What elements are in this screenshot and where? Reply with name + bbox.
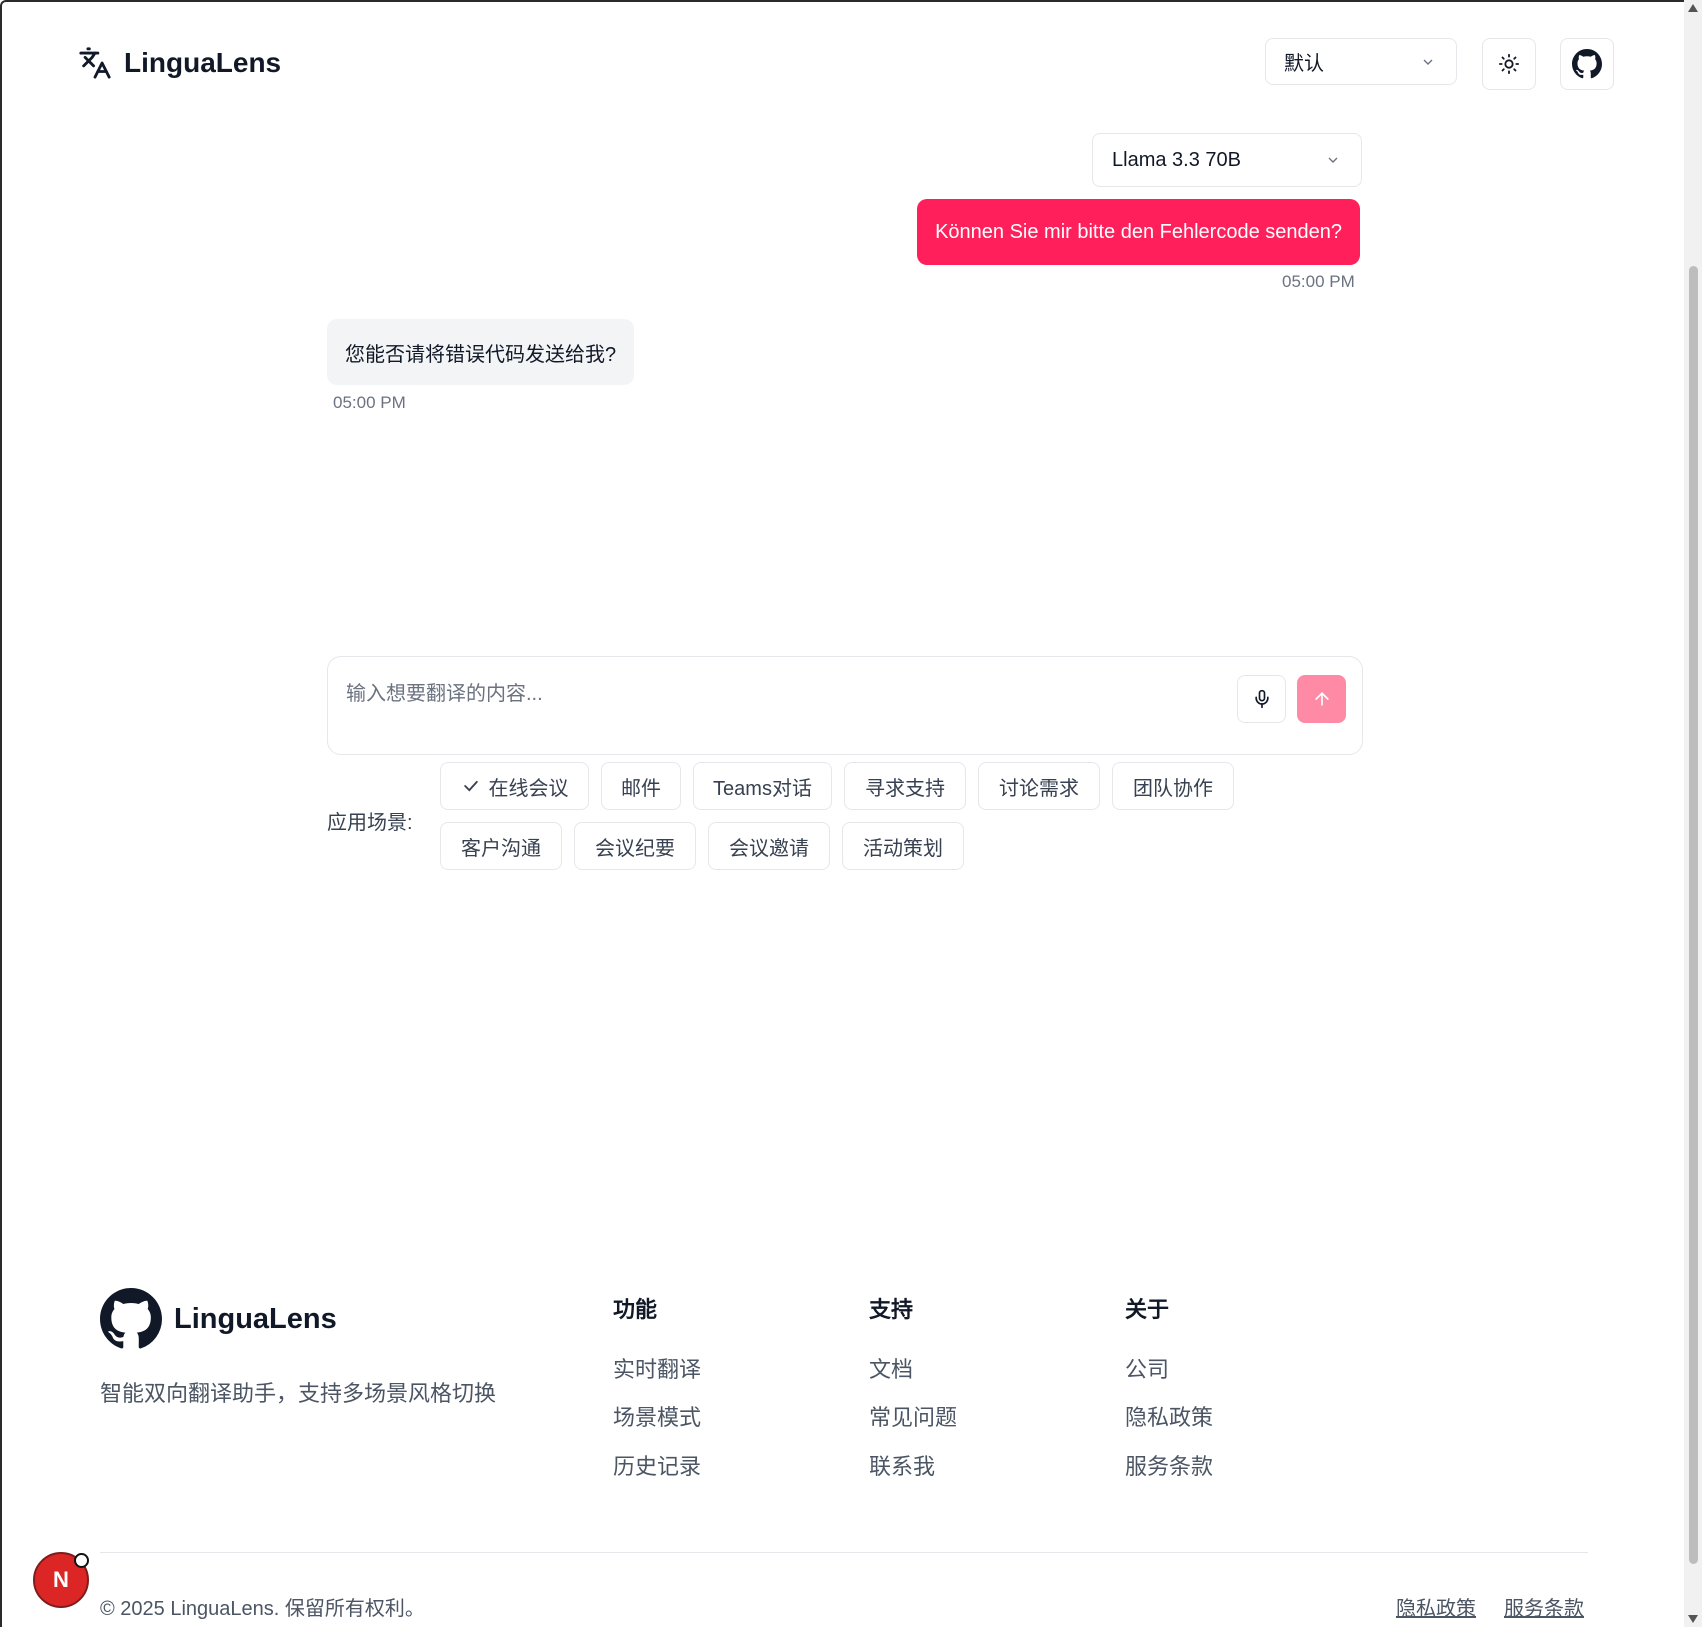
style-select[interactable]: 默认: [1265, 38, 1457, 85]
footer-link[interactable]: 历史记录: [613, 1449, 701, 1481]
footer-link[interactable]: 文档: [869, 1352, 913, 1384]
scenario-chip-minutes[interactable]: 会议纪要: [574, 822, 696, 870]
scenario-chip-label: Teams对话: [713, 777, 812, 800]
model-select-value: Llama 3.3 70B: [1112, 148, 1241, 171]
github-button[interactable]: [1560, 38, 1614, 90]
footer-column-title: 功能: [613, 1297, 658, 1322]
scenario-chip-invitation[interactable]: 会议邀请: [708, 822, 830, 870]
footer-link[interactable]: 服务条款: [1125, 1449, 1213, 1481]
scenario-chip-teamwork[interactable]: 团队协作: [1112, 762, 1234, 810]
app-window: LinguaLens 默认 Llama 3.3 70B Können Sie m…: [0, 0, 1702, 1627]
app-name: LinguaLens: [124, 47, 282, 78]
scroll-down-arrow-icon[interactable]: [1688, 1615, 1698, 1623]
footer-link[interactable]: 常见问题: [869, 1400, 957, 1432]
assistant-message-text: 您能否请将错误代码发送给我?: [345, 343, 617, 366]
scenario-chip-label: 邮件: [621, 777, 661, 800]
scenario-chip-label: 会议纪要: [595, 837, 675, 860]
footer-link[interactable]: 实时翻译: [613, 1352, 701, 1384]
chevron-down-icon: [1423, 59, 1433, 65]
microphone-icon: [1254, 689, 1269, 709]
scenario-chip-label: 寻求支持: [865, 777, 945, 800]
footer-divider: [100, 1552, 1588, 1553]
footer-link[interactable]: 隐私政策: [1125, 1400, 1213, 1432]
sun-icon: [1498, 53, 1520, 75]
copyright-text: © 2025 LinguaLens. 保留所有权利。: [100, 1598, 425, 1620]
scenario-chip-online-meeting[interactable]: 在线会议: [440, 762, 589, 810]
scrollbar-thumb[interactable]: [1689, 266, 1698, 1564]
github-icon: [1572, 49, 1602, 79]
mic-button[interactable]: [1237, 675, 1286, 723]
footer-link[interactable]: 公司: [1125, 1352, 1169, 1384]
user-message-time: 05:00 PM: [1282, 272, 1355, 291]
send-button[interactable]: [1297, 675, 1346, 723]
badge-letter: N: [53, 1567, 69, 1592]
app-logo[interactable]: LinguaLens: [78, 46, 281, 80]
scenario-chip-teams[interactable]: Teams对话: [693, 762, 832, 810]
scenario-chip-email[interactable]: 邮件: [601, 762, 681, 810]
notification-dot: [74, 1553, 89, 1568]
footer-brand: LinguaLens: [174, 1302, 337, 1335]
assistant-message-time: 05:00 PM: [333, 393, 406, 412]
page-scrollbar[interactable]: [1684, 0, 1702, 1627]
scenario-chip-label: 客户沟通: [461, 837, 541, 860]
theme-toggle-button[interactable]: [1482, 38, 1536, 90]
style-select-value: 默认: [1284, 53, 1324, 75]
user-message-bubble: Können Sie mir bitte den Fehlercode send…: [917, 199, 1360, 265]
composer: [327, 656, 1363, 755]
scenario-chip-label: 在线会议: [488, 777, 569, 800]
translate-input[interactable]: [346, 677, 1226, 717]
translate-icon: [79, 47, 111, 79]
assistant-message-bubble: 您能否请将错误代码发送给我?: [327, 319, 635, 385]
terms-of-service-link[interactable]: 服务条款: [1504, 1592, 1584, 1621]
model-select[interactable]: Llama 3.3 70B: [1092, 133, 1362, 187]
scenario-chip-label: 团队协作: [1133, 777, 1213, 800]
scenario-chip-customer[interactable]: 客户沟通: [440, 822, 562, 870]
privacy-policy-link[interactable]: 隐私政策: [1396, 1592, 1476, 1621]
chevron-down-icon: [1328, 157, 1338, 163]
footer-column-title: 关于: [1125, 1297, 1170, 1322]
scenario-chip-requirements[interactable]: 讨论需求: [978, 762, 1100, 810]
footer-link[interactable]: 场景模式: [613, 1400, 701, 1432]
scenario-chip-label: 活动策划: [863, 837, 943, 860]
scenario-chip-event[interactable]: 活动策划: [842, 822, 964, 870]
footer-column-title: 支持: [869, 1297, 914, 1322]
scroll-up-arrow-icon[interactable]: [1688, 4, 1698, 12]
github-icon: [100, 1288, 162, 1349]
footer-logo[interactable]: LinguaLens: [100, 1288, 337, 1350]
scenario-chip-support[interactable]: 寻求支持: [844, 762, 966, 810]
arrow-up-icon: [1314, 691, 1329, 706]
footer-description: 智能双向翻译助手，支持多场景风格切换: [100, 1381, 497, 1406]
scenario-chip-label: 会议邀请: [729, 837, 809, 860]
check-icon: [463, 780, 478, 792]
user-message-text: Können Sie mir bitte den Fehlercode send…: [935, 220, 1342, 243]
footer-link[interactable]: 联系我: [869, 1449, 935, 1481]
scenario-label: 应用场景:: [327, 812, 413, 834]
scenario-chip-label: 讨论需求: [999, 777, 1079, 800]
